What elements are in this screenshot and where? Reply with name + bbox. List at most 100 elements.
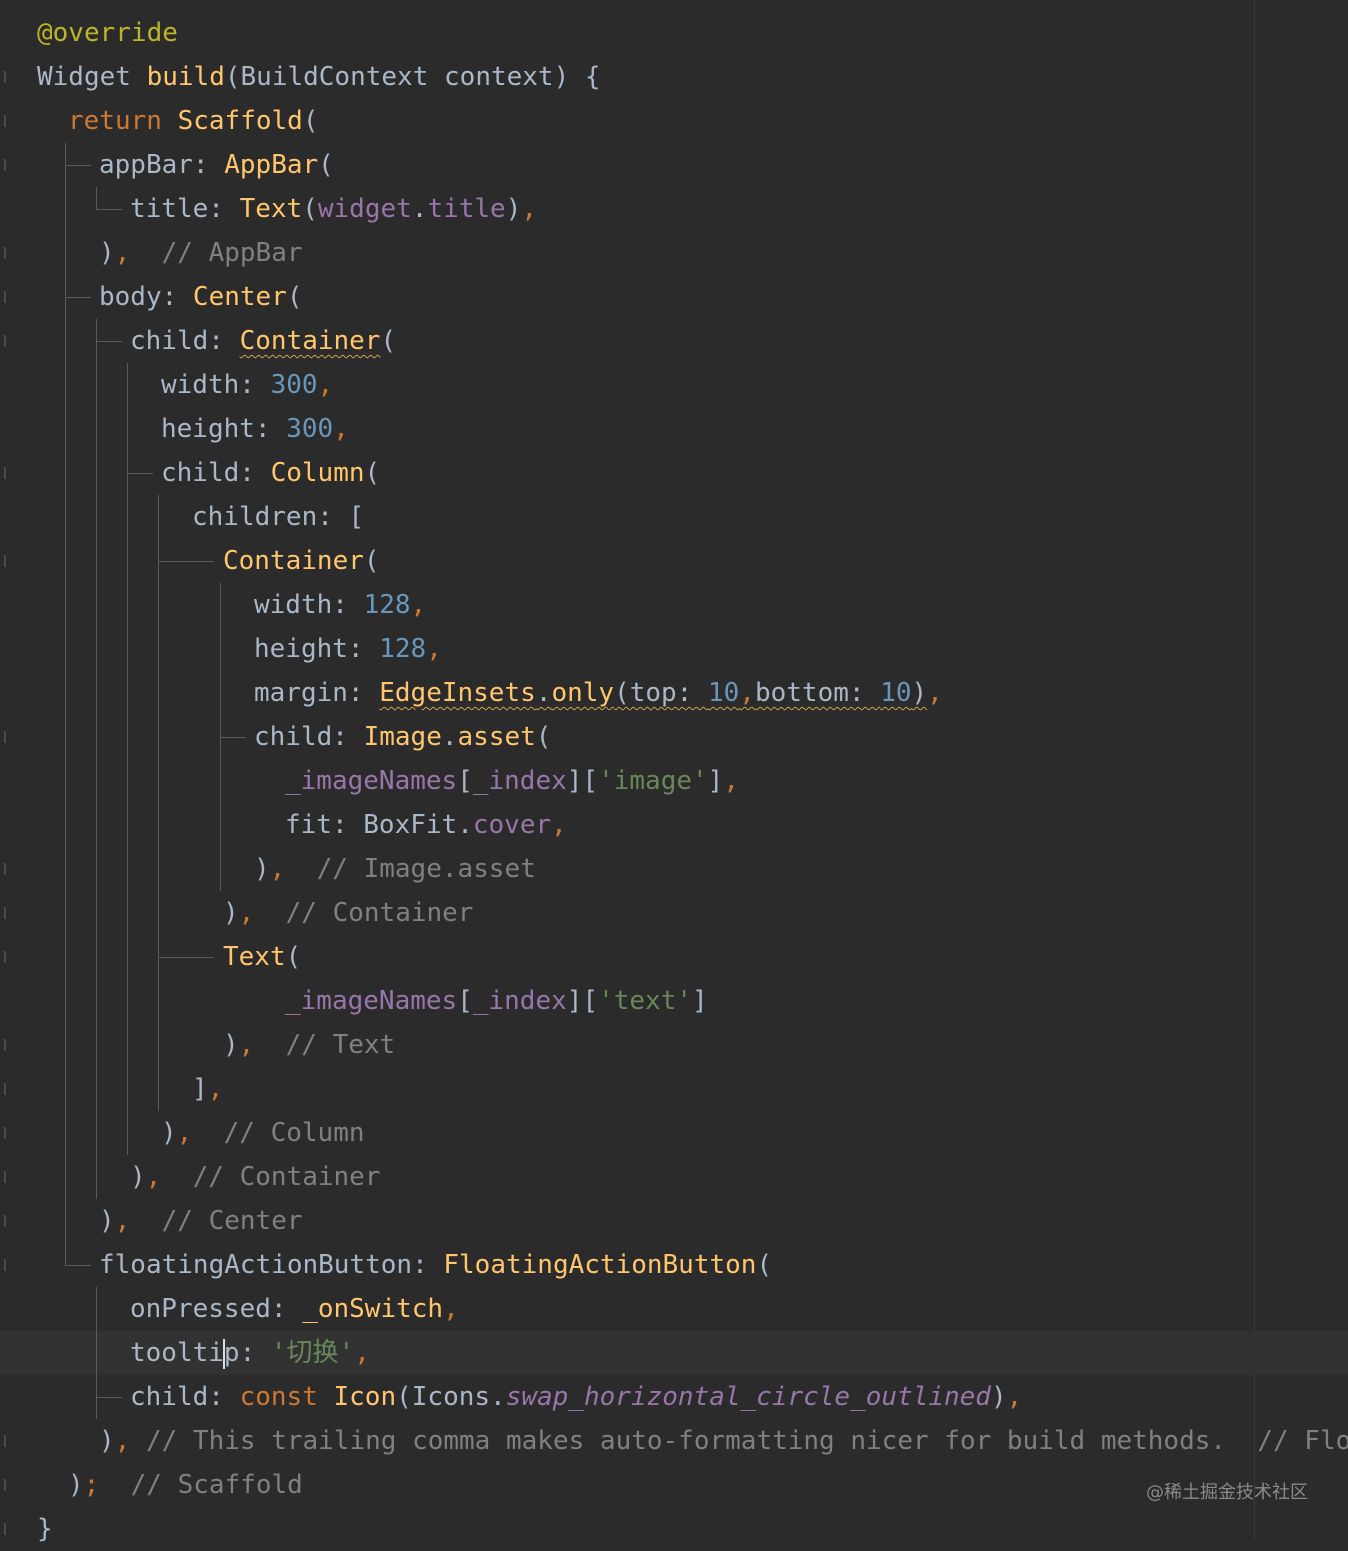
comment-token: // Center [130,1206,303,1236]
fold-marker[interactable] [0,863,6,875]
code-line: ), // Center [99,1199,303,1243]
fold-marker[interactable] [0,247,6,259]
property-token: floatingActionButton: [99,1250,444,1280]
fold-marker[interactable] [0,115,6,127]
text-token: ) [254,854,270,884]
semicolon-token: ; [83,1470,100,1500]
property-token: onPressed: [130,1294,303,1324]
fold-marker[interactable] [0,291,6,303]
property-token: child: [130,1382,240,1412]
property-token: height: [161,414,287,444]
fold-marker[interactable] [0,907,6,919]
indent-guide [96,1287,97,1419]
text-token: . [457,810,473,840]
text-token: ) [990,1382,1007,1412]
number-token: 10 [880,678,912,708]
string-token: '切换' [270,1338,355,1368]
fold-marker[interactable] [0,467,6,479]
code-line: Widget build(BuildContext context) { [37,55,601,99]
comment-token: // AppBar [130,238,303,268]
property-token: body: [99,282,193,312]
code-line: children: [ [192,495,364,539]
comma-token: , [114,1426,131,1456]
code-line: margin: EdgeInsets.only(top: 10,bottom: … [254,671,943,715]
comma-token: , [269,854,286,884]
code-line: return Scaffold( [68,99,318,143]
text-token: ) [161,1118,177,1148]
fold-marker[interactable] [0,1479,6,1491]
watermark: @稀土掘金技术社区 [1146,1482,1308,1503]
field-token: swap_horizontal_circle_outlined [505,1382,991,1412]
code-line: Container( [223,539,380,583]
fold-marker[interactable] [0,335,6,347]
fold-marker[interactable] [0,1435,6,1447]
indent-guide [96,319,97,1199]
text-token: bottom: [754,678,881,708]
number-token: 300 [286,414,334,444]
comment-token: // Text [254,1030,396,1060]
fold-marker[interactable] [0,731,6,743]
property-token: p: [223,1338,271,1368]
fold-marker[interactable] [0,951,6,963]
text-token: . [441,722,458,752]
text-token: (BuildContext context) { [224,62,601,92]
function-token: EdgeInsets [379,678,536,708]
comma-token: , [739,678,755,708]
fold-marker[interactable] [0,71,6,83]
code-line: ), // Container [130,1155,380,1199]
fold-marker[interactable] [0,159,6,171]
fold-marker[interactable] [0,1215,6,1227]
field-token: title [427,194,506,224]
editor-gutter [0,0,8,1540]
text-token: children: [ [192,502,365,532]
code-line: ), // Column [161,1111,365,1155]
code-line: Text( [223,935,301,979]
code-line: title: Text(widget.title), [130,187,537,231]
comma-token: , [317,370,334,400]
number-token: 128 [379,634,427,664]
text-token: ] [192,1074,208,1104]
text-token: ] [692,986,708,1016]
string-token: 'image' [598,766,708,796]
function-token: FloatingActionButton [443,1250,757,1280]
comma-token: , [114,238,131,268]
code-line-current: tooltip: '切换', [130,1331,370,1375]
annotation-name: override [52,18,178,48]
indent-guide [127,363,128,1155]
comma-token: , [114,1206,131,1236]
string-token: 'text' [598,986,692,1016]
property-token: height: [254,634,380,664]
keyword-token: const [239,1382,334,1412]
comma-token: , [145,1162,162,1192]
comma-token: , [927,678,943,708]
indent-guide [220,737,246,738]
text-token: ) [99,238,115,268]
code-line: _imageNames[_index]['image'], [285,759,739,803]
fold-marker[interactable] [0,1083,6,1095]
property-token: title: [130,194,240,224]
fold-marker[interactable] [0,1523,6,1535]
comma-token: , [238,898,255,928]
text-token: ( [363,546,380,576]
text-token: ( [302,106,319,136]
fold-marker[interactable] [0,555,6,567]
text-token: [ [457,766,473,796]
text-token: . [535,678,552,708]
comma-token: , [723,766,739,796]
function-token: Center [192,282,287,312]
comma-token: , [521,194,538,224]
fold-marker[interactable] [0,1259,6,1271]
text-token: ) [130,1162,146,1192]
fold-marker[interactable] [0,1127,6,1139]
comment-token: // Column [192,1118,365,1148]
comment-token: // Scaffold [99,1470,303,1500]
indent-guide [96,341,122,342]
code-line: ], [192,1067,223,1111]
property-token: toolti [130,1338,224,1368]
fold-marker[interactable] [0,1039,6,1051]
code-line: child: Column( [161,451,380,495]
fold-marker[interactable] [0,1171,6,1183]
text-token: ) [223,898,239,928]
comma-token: , [333,414,349,444]
text-token: [ [457,986,473,1016]
